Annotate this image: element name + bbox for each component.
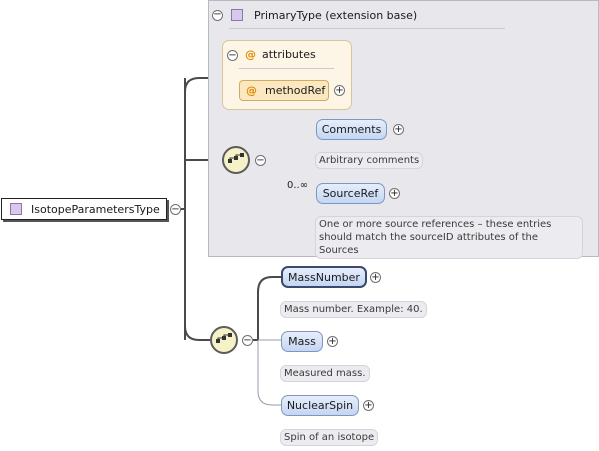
element-doc: Spin of an isotope [280, 429, 379, 446]
attribute-item-methodRef[interactable]: @ methodRef [239, 80, 329, 101]
element-doc: Measured mass. [280, 365, 370, 382]
element-Mass[interactable]: Mass [281, 331, 323, 352]
sequence-compositor-icon[interactable] [210, 326, 238, 354]
extension-header: − PrimaryType (extension base) [212, 6, 592, 24]
element-name: SourceRef [322, 187, 379, 200]
element-expand-icon[interactable]: + [393, 124, 404, 135]
element-Comments[interactable]: Comments [316, 119, 387, 140]
element-name: NuclearSpin [286, 399, 354, 412]
attribute-name: methodRef [265, 84, 326, 97]
sequence-glyph-icon [216, 333, 232, 343]
element-doc: Arbitrary comments [315, 152, 424, 169]
sequence-collapse-icon[interactable]: − [242, 335, 253, 346]
element-expand-icon[interactable]: + [327, 336, 338, 347]
sequence-collapse-icon[interactable]: − [255, 155, 266, 166]
element-expand-icon[interactable]: + [370, 272, 381, 283]
cardinality-label: 0..∞ [287, 180, 309, 191]
sequence-compositor-icon[interactable] [222, 146, 250, 174]
element-expand-icon[interactable]: + [363, 400, 374, 411]
attribute-at-icon: @ [246, 84, 257, 97]
element-doc: Mass number. Example: 40. [280, 301, 427, 318]
attributes-label: attributes [262, 48, 316, 61]
element-doc: One or more source references – these en… [315, 216, 583, 259]
complex-type-icon [10, 203, 22, 215]
attribute-expand-icon[interactable]: + [334, 85, 345, 96]
attribute-at-icon: @ [245, 48, 256, 61]
element-name: MassNumber [288, 270, 360, 284]
element-name: Comments [321, 123, 382, 136]
attributes-collapse-icon[interactable]: − [227, 50, 238, 61]
element-expand-icon[interactable]: + [389, 188, 400, 199]
element-NuclearSpin[interactable]: NuclearSpin [281, 395, 359, 416]
root-type-box[interactable]: IsotopeParametersType [1, 198, 167, 220]
header-divider [229, 28, 505, 29]
element-MassNumber[interactable]: MassNumber [281, 266, 367, 288]
complex-type-icon [231, 9, 243, 21]
element-SourceRef[interactable]: SourceRef [316, 183, 385, 204]
root-collapse-icon[interactable]: − [170, 204, 181, 215]
extension-collapse-icon[interactable]: − [212, 9, 223, 21]
root-type-label: IsotopeParametersType [31, 202, 160, 216]
sequence-glyph-icon [228, 153, 244, 163]
extension-title: PrimaryType (extension base) [254, 8, 418, 22]
attributes-divider [239, 68, 334, 69]
element-name: Mass [288, 335, 316, 348]
attributes-group: − @ attributes @ methodRef + [222, 40, 352, 110]
